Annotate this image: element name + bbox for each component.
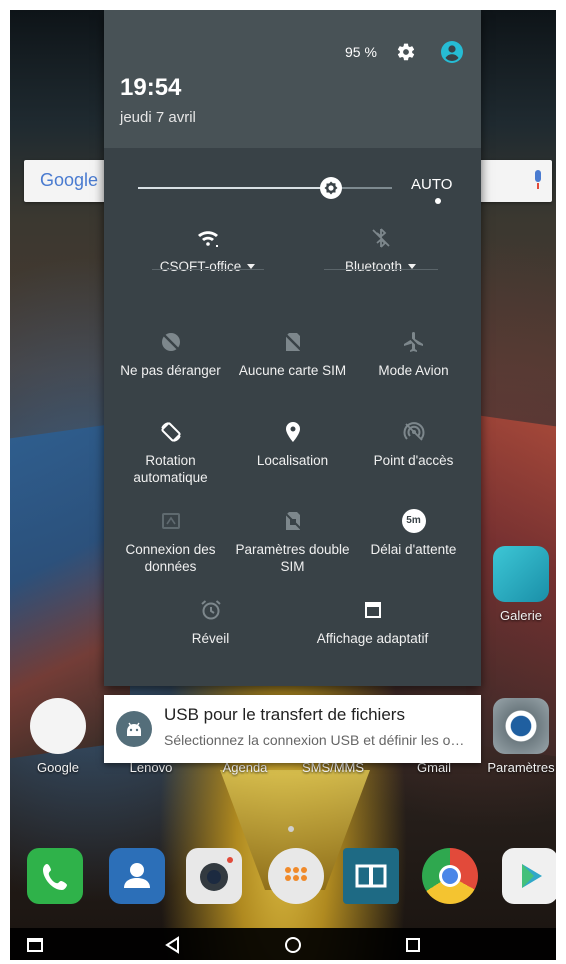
auto-rotate-icon — [160, 422, 181, 442]
tile-label: Connexion des données — [125, 542, 216, 574]
tile-mobile-data[interactable]: Connexion des données — [108, 509, 233, 575]
tile-adaptive-display[interactable]: Affichage adaptatif — [310, 598, 435, 647]
app-parametres[interactable]: Paramètres — [486, 698, 556, 775]
brightness-slider[interactable] — [138, 187, 392, 189]
auto-brightness-toggle[interactable]: AUTO — [411, 176, 452, 193]
notification-shade: 95 % 19:54 jeudi 7 avril AUTO CSOFT-offi… — [104, 10, 481, 686]
notification-title: USB pour le transfert de fichiers — [164, 705, 405, 724]
bluetooth-divider — [324, 269, 438, 270]
bluetooth-label: Bluetooth — [344, 259, 403, 274]
wifi-label: CSOFT-office — [159, 259, 242, 274]
tile-location[interactable]: Localisation — [230, 420, 355, 469]
play-store-dock-icon[interactable] — [502, 848, 556, 904]
android-usb-icon — [116, 711, 152, 747]
airplane-icon — [403, 332, 423, 352]
google-app-icon — [30, 698, 86, 754]
tile-wifi[interactable]: CSOFT-office — [145, 226, 270, 275]
auto-brightness-indicator — [435, 198, 441, 204]
clock-time[interactable]: 19:54 — [120, 74, 181, 102]
tile-label: Mode Avion — [378, 363, 449, 378]
tile-bluetooth[interactable]: Bluetooth — [318, 226, 443, 275]
wifi-icon — [197, 231, 218, 247]
galerie-icon — [493, 546, 549, 602]
app-drawer-icon[interactable] — [268, 848, 324, 904]
tile-label: Paramètres double SIM — [235, 542, 350, 574]
no-sim-icon — [282, 332, 303, 352]
app-label: Paramètres — [487, 760, 555, 775]
bluetooth-off-icon — [371, 228, 390, 248]
brightness-fill — [138, 187, 332, 189]
app-label: Google — [37, 760, 79, 775]
alarm-icon — [200, 600, 221, 620]
mic-icon[interactable] — [532, 170, 544, 190]
location-icon — [285, 422, 300, 442]
usb-notification[interactable]: USB pour le transfert de fichiers Sélect… — [104, 695, 481, 763]
recents-nav-icon[interactable] — [404, 936, 422, 954]
mobile-data-icon — [161, 513, 180, 529]
google-logo-text: Google — [40, 170, 99, 190]
tile-label: Ne pas déranger — [120, 363, 221, 378]
tile-label: Rotation automatique — [133, 453, 208, 485]
screenshot-nav-icon[interactable] — [26, 936, 44, 954]
back-nav-icon[interactable] — [164, 936, 182, 954]
do-not-disturb-icon — [161, 333, 180, 351]
hotspot-icon — [403, 422, 424, 441]
tile-dual-sim[interactable]: Paramètres double SIM — [230, 509, 355, 575]
battery-percentage: 95 % — [345, 44, 377, 60]
notification-text: Sélectionnez la connexion USB et définir… — [164, 732, 472, 748]
brightness-thumb-icon[interactable] — [319, 176, 343, 200]
tile-label: Localisation — [256, 453, 329, 468]
page-indicator — [288, 826, 294, 832]
timeout-icon: 5m — [401, 509, 426, 533]
tile-hotspot[interactable]: Point d'accès — [351, 420, 476, 469]
tile-label: Aucune carte SIM — [238, 363, 347, 378]
app-label: Galerie — [500, 608, 542, 623]
tile-airplane[interactable]: Mode Avion — [351, 330, 476, 379]
phone-dock-icon[interactable] — [27, 848, 83, 904]
app-google[interactable]: Google — [23, 698, 93, 775]
wifi-divider — [152, 269, 264, 270]
tile-label: Délai d'attente — [370, 542, 457, 557]
navigation-bar — [10, 928, 556, 960]
adaptive-display-icon — [364, 602, 381, 618]
chrome-dock-icon[interactable] — [422, 848, 478, 904]
gear-icon[interactable] — [396, 42, 416, 62]
tile-label: Point d'accès — [373, 453, 454, 468]
dual-sim-icon — [282, 511, 303, 531]
contacts-dock-icon[interactable] — [109, 848, 165, 904]
tile-label: Réveil — [191, 631, 230, 646]
app-galerie[interactable]: Galerie — [486, 546, 556, 623]
phone-screen: Google Galerie Google Lenovo Agenda SMS/… — [10, 10, 556, 960]
shade-header: 95 % 19:54 jeudi 7 avril — [104, 10, 481, 148]
tile-auto-rotate[interactable]: Rotation automatique — [108, 420, 233, 486]
tile-no-sim[interactable]: Aucune carte SIM — [230, 330, 355, 379]
home-nav-icon[interactable] — [284, 936, 302, 954]
camera-dock-icon[interactable] — [186, 848, 242, 904]
dolby-dock-icon[interactable] — [343, 848, 399, 904]
user-account-icon[interactable] — [440, 40, 464, 64]
tile-alarm[interactable]: Réveil — [148, 598, 273, 647]
tile-timeout[interactable]: 5m Délai d'attente — [351, 509, 476, 558]
tile-do-not-disturb[interactable]: Ne pas déranger — [108, 330, 233, 379]
clock-date[interactable]: jeudi 7 avril — [120, 109, 196, 126]
settings-app-icon — [493, 698, 549, 754]
tile-label: Affichage adaptatif — [316, 631, 429, 646]
